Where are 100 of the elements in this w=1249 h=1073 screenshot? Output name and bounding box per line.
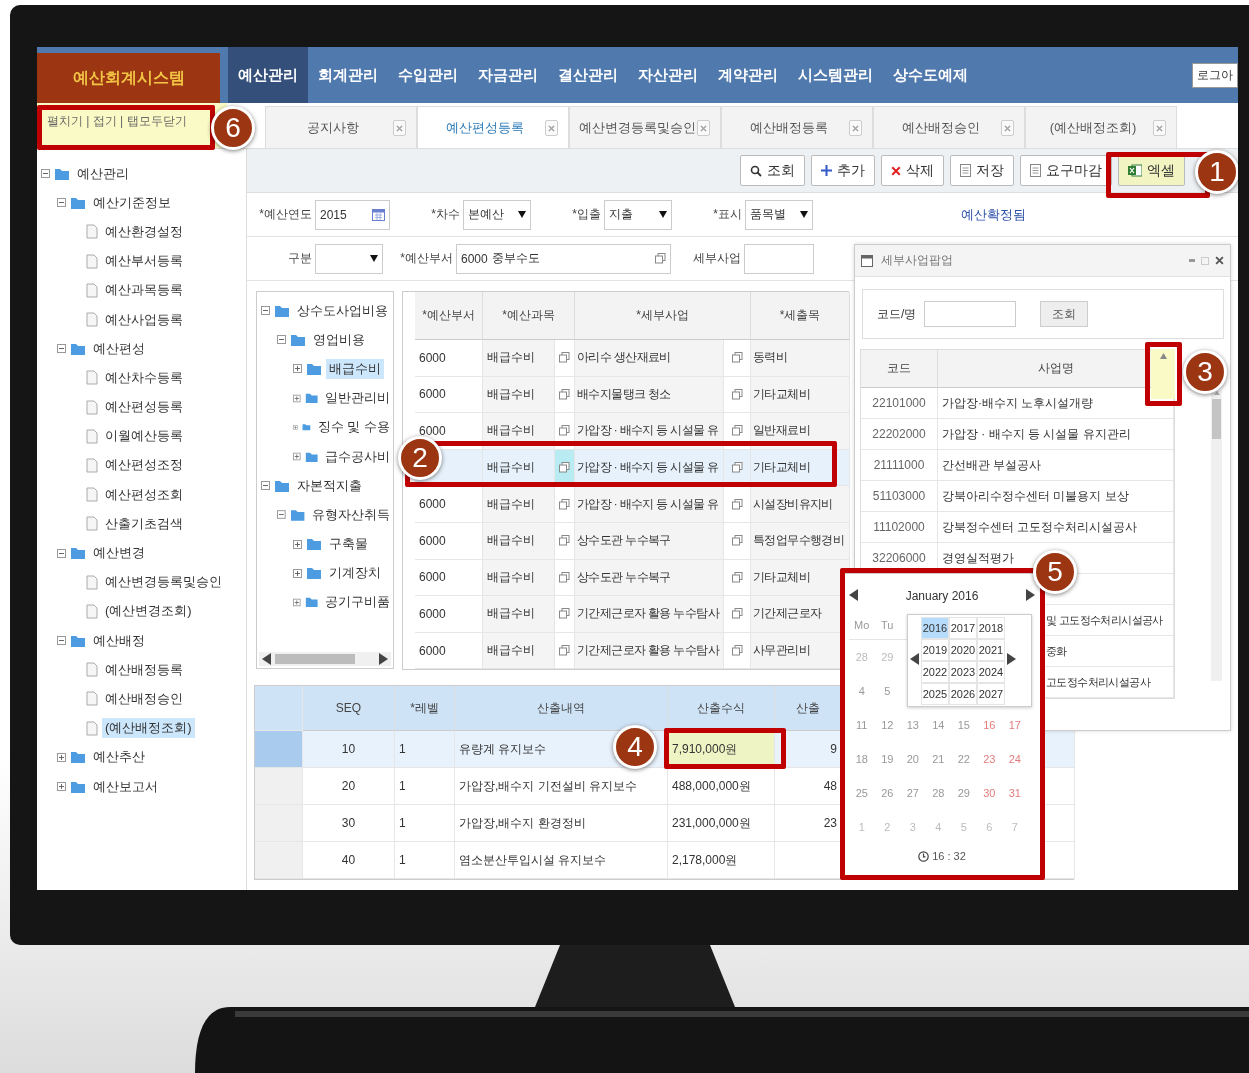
scroll-thumb[interactable] <box>275 654 355 664</box>
date-field[interactable]: 2015 <box>315 199 390 230</box>
tab[interactable]: 예산배정등록 <box>721 106 873 148</box>
select-field[interactable]: 본예산 <box>463 199 531 230</box>
tree-item[interactable]: 예산차수등록 <box>102 367 186 388</box>
tree-item[interactable]: (예산배정조회) <box>102 718 195 739</box>
expand-icon[interactable] <box>57 782 66 792</box>
tree-item[interactable]: 상수도사업비용 <box>294 300 391 321</box>
toolbar-button[interactable]: 추가 <box>811 155 875 186</box>
tree-item[interactable]: 예산사업등록 <box>102 309 186 330</box>
tree-item[interactable]: 예산배정등록 <box>102 659 186 680</box>
select-field[interactable] <box>315 243 383 274</box>
tab[interactable]: 예산변경등록및승인 <box>569 106 721 148</box>
tree-item[interactable]: 예산편성등록 <box>102 397 186 418</box>
lookup-cell[interactable] <box>555 376 575 414</box>
tab-close-button[interactable] <box>545 120 558 136</box>
select-field[interactable]: 지출 <box>604 199 672 230</box>
lookup-cell[interactable] <box>555 340 575 377</box>
search-field[interactable] <box>924 301 1017 327</box>
tree-item[interactable]: 공기구비품 <box>322 592 393 613</box>
year-option[interactable]: 2022 <box>921 660 949 683</box>
tree-item[interactable]: 예산배정 <box>90 630 148 651</box>
collapse-icon[interactable] <box>261 481 270 491</box>
select-field[interactable]: 품목별 <box>745 199 813 230</box>
expand-icon[interactable] <box>293 452 301 462</box>
year-option[interactable]: 2017 <box>949 616 977 639</box>
tree-item[interactable]: 예산변경등록및승인 <box>102 572 225 593</box>
previous-years-button[interactable] <box>910 653 919 668</box>
menu-item[interactable]: 시스템관리 <box>788 47 883 103</box>
tab[interactable]: 예산편성등록 <box>417 106 569 148</box>
tree-item[interactable]: 일반관리비 <box>322 388 393 409</box>
collapse-icon[interactable] <box>57 344 66 354</box>
tree-item[interactable]: 예산기준정보 <box>90 192 174 213</box>
tree-item[interactable]: 급수공사비 <box>322 446 393 467</box>
tree-item[interactable]: 자본적지출 <box>294 475 365 496</box>
tree-item[interactable]: 예산배정승인 <box>102 688 186 709</box>
tab[interactable]: 공지사항 <box>265 106 417 148</box>
year-option[interactable]: 2026 <box>949 682 977 705</box>
toolbar-button[interactable]: 저장 <box>950 155 1014 186</box>
tree-item[interactable]: 예산부서등록 <box>102 251 186 272</box>
previous-month-button[interactable] <box>849 588 858 604</box>
tree-item[interactable]: 구축물 <box>326 534 371 555</box>
collapse-icon[interactable] <box>57 636 66 646</box>
tree-item[interactable]: 예산환경설정 <box>102 221 186 242</box>
year-option[interactable]: 2016 <box>921 616 949 639</box>
tree-item[interactable]: 예산보고서 <box>90 776 161 797</box>
lookup-cell[interactable] <box>724 376 751 414</box>
expand-icon[interactable] <box>293 364 302 374</box>
tree-item[interactable]: 기계장치 <box>326 563 384 584</box>
menu-item[interactable]: 수입관리 <box>388 47 468 103</box>
expand-icon[interactable] <box>293 597 301 607</box>
input-field[interactable] <box>744 243 814 274</box>
tab[interactable]: 예산배정승인 <box>873 106 1025 148</box>
next-years-button[interactable] <box>1007 653 1016 668</box>
lookup-cell[interactable] <box>724 632 751 670</box>
expand-icon[interactable] <box>293 393 301 403</box>
lookup-cell[interactable] <box>555 559 575 597</box>
time-text[interactable]: 16 : 32 <box>932 850 966 862</box>
toolbar-button[interactable]: 요구마감 <box>1020 155 1112 186</box>
tree-item[interactable]: 영업비용 <box>310 329 368 350</box>
tab-close-button[interactable] <box>697 120 710 136</box>
toolbar-button[interactable]: 삭제 <box>881 155 944 186</box>
tree-item[interactable]: 배급수비 <box>326 358 384 379</box>
tree-item[interactable]: 예산변경 <box>90 543 148 564</box>
menu-item[interactable]: 상수도예제 <box>883 47 978 103</box>
tree-item[interactable]: 예산편성조정 <box>102 455 186 476</box>
lookup-cell[interactable] <box>555 632 575 670</box>
year-option[interactable]: 2018 <box>977 616 1005 639</box>
code-field[interactable]: 6000 중부수도 <box>456 243 671 274</box>
tree-item[interactable]: 예산편성조회 <box>102 484 186 505</box>
lookup-cell[interactable] <box>724 486 751 523</box>
tree-item[interactable]: 예산편성 <box>90 338 148 359</box>
year-option[interactable]: 2024 <box>977 660 1005 683</box>
tree-item[interactable]: 징수 및 수용 <box>314 417 393 438</box>
collapse-icon[interactable] <box>277 510 286 520</box>
toolbar-button[interactable]: 조회 <box>740 155 805 186</box>
search-button[interactable]: 조회 <box>1040 301 1089 327</box>
collapse-icon[interactable] <box>277 335 286 345</box>
lookup-cell[interactable] <box>555 522 575 560</box>
lookup-cell[interactable] <box>724 522 751 560</box>
menu-item[interactable]: 자금관리 <box>468 47 548 103</box>
tab-close-button[interactable] <box>393 120 406 136</box>
year-option[interactable]: 2027 <box>977 682 1005 705</box>
toolbar-button[interactable]: 엑셀 <box>1118 155 1185 186</box>
collapse-icon[interactable] <box>41 169 50 179</box>
expand-icon[interactable] <box>57 752 66 762</box>
tree-item[interactable]: 산출기초검색 <box>102 513 186 534</box>
year-option[interactable]: 2021 <box>977 638 1005 661</box>
lookup-cell[interactable] <box>724 340 751 377</box>
tree-item[interactable]: 예산관리 <box>74 163 132 184</box>
lookup-cell[interactable] <box>724 596 751 633</box>
next-month-button[interactable] <box>1026 588 1035 604</box>
expand-icon[interactable] <box>293 568 302 578</box>
year-option[interactable]: 2023 <box>949 660 977 683</box>
year-option[interactable]: 2020 <box>949 638 977 661</box>
tree-item[interactable]: 이월예산등록 <box>102 426 186 447</box>
lookup-cell[interactable] <box>724 559 751 597</box>
collapse-icon[interactable] <box>261 306 270 316</box>
menu-item[interactable]: 예산관리 <box>228 47 308 103</box>
vertical-scrollbar[interactable] <box>1211 391 1222 681</box>
